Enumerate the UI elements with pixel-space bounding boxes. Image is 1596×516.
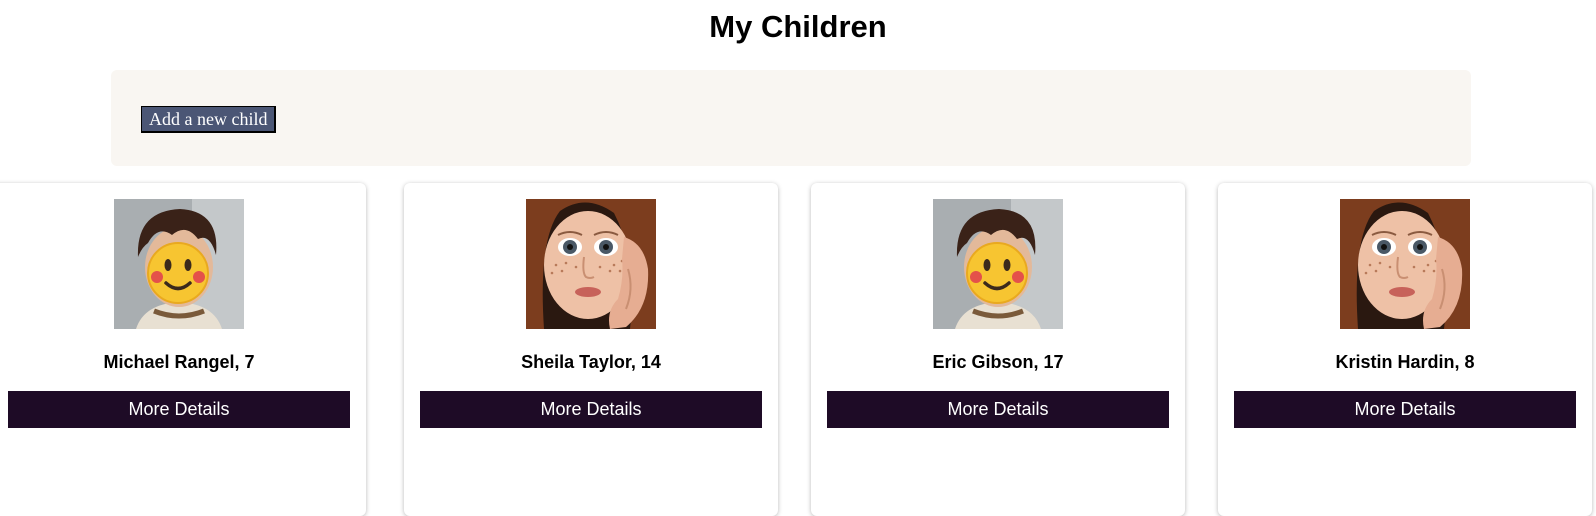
child-card: Michael Rangel, 7 More Details [0,183,366,516]
child-name-age: Eric Gibson, 17 [932,352,1064,372]
more-details-button[interactable]: More Details [827,391,1169,428]
more-details-button[interactable]: More Details [1234,391,1576,428]
add-new-child-button[interactable]: Add a new child [141,106,277,133]
child-photo [933,199,1063,329]
more-details-button[interactable]: More Details [420,391,762,428]
child-photo [526,199,656,329]
more-details-button[interactable]: More Details [8,391,350,428]
child-name-age: Michael Rangel, 7 [103,352,255,372]
page: My Children Add a new child Michael Rang… [0,0,1596,516]
child-photo [1340,199,1470,329]
child-card: Sheila Taylor, 14 More Details [404,183,778,516]
children-card-list: Michael Rangel, 7 More Details Sheila Ta… [0,183,1596,516]
child-name-age: Sheila Taylor, 14 [521,352,661,372]
page-title: My Children [709,9,887,44]
child-card: Kristin Hardin, 8 More Details [1218,183,1592,516]
child-name-age: Kristin Hardin, 8 [1335,352,1475,372]
child-photo [114,199,244,329]
add-child-panel: Add a new child [111,70,1471,166]
child-card: Eric Gibson, 17 More Details [811,183,1185,516]
